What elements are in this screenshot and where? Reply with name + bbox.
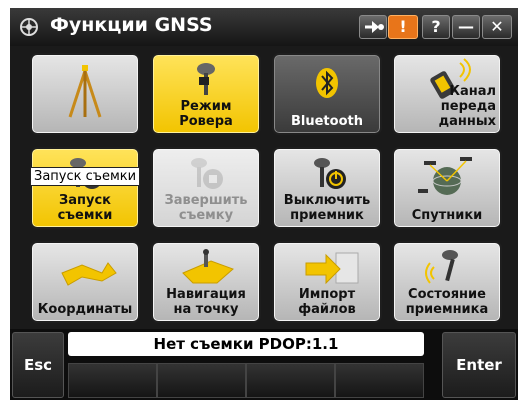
tile-label: Навигация на точку — [166, 287, 246, 317]
close-button[interactable]: ✕ — [482, 15, 512, 39]
window-title: Функции GNSS — [50, 14, 213, 36]
tile-bluetooth[interactable]: Bluetooth — [272, 53, 382, 135]
enter-button[interactable]: Enter — [442, 332, 516, 398]
function-grid: Режим Ровера Bluetooth Канал переда данн… — [10, 46, 518, 329]
function-key-1[interactable] — [68, 363, 157, 398]
tile-label: Запуск съемки — [57, 193, 113, 223]
tile-navigate-to-point[interactable]: Навигация на точку — [151, 241, 261, 323]
tile-label: Bluetooth — [291, 114, 363, 129]
esc-button[interactable]: Esc — [12, 332, 64, 398]
tile-label: Импорт файлов — [298, 287, 356, 317]
function-key-2[interactable] — [157, 363, 246, 398]
status-text: Нет съемки PDOP:1.1 — [68, 332, 424, 356]
tile-receiver-status[interactable]: Состояние приемника — [392, 241, 502, 323]
minimize-icon: — — [458, 17, 474, 36]
tile-label: Режим Ровера — [179, 99, 233, 129]
tile-label: Канал переда данных — [438, 84, 496, 129]
tile-import-files[interactable]: Импорт файлов — [272, 241, 382, 323]
tile-power-off-receiver[interactable]: Выключить приемник — [272, 147, 382, 229]
tile-data-link[interactable]: Канал переда данных — [392, 53, 502, 135]
tile-end-survey[interactable]: Завершить съемку — [151, 147, 261, 229]
arrow-right-icon — [365, 21, 384, 33]
status-arrow-button[interactable] — [359, 15, 387, 39]
help-icon: ? — [431, 17, 441, 36]
tile-satellites[interactable]: Спутники — [392, 147, 502, 229]
tile-rover-mode[interactable]: Режим Ровера — [151, 53, 261, 135]
warning-button[interactable]: ! — [388, 15, 418, 39]
bottom-bar: Esc Нет съемки PDOP:1.1 Enter — [10, 329, 518, 400]
help-button[interactable]: ? — [422, 15, 450, 39]
tripod-icon — [68, 65, 102, 118]
tile-start-survey[interactable]: Запуск съемки — [30, 147, 140, 229]
title-bar: Функции GNSS ! ? — ✕ — [10, 8, 518, 47]
tile-label: Выключить приемник — [283, 193, 371, 223]
function-key-3[interactable] — [246, 363, 335, 398]
tile-label: Завершить съемку — [164, 193, 248, 223]
close-icon: ✕ — [490, 17, 504, 36]
warning-icon: ! — [399, 17, 407, 36]
tile-label: Координаты — [37, 302, 133, 317]
tile-label: Спутники — [411, 208, 483, 223]
tile-coordinates[interactable]: Координаты — [30, 241, 140, 323]
app-logo-icon — [20, 18, 38, 36]
app-screen: Функции GNSS ! ? — ✕ Режим Ровера Blueto… — [10, 8, 518, 400]
function-key-4[interactable] — [335, 363, 424, 398]
tooltip: Запуск съемки — [30, 167, 141, 186]
tile-label: Состояние приемника — [405, 287, 489, 317]
tile-start-survey-tripod[interactable] — [30, 53, 140, 135]
minimize-button[interactable]: — — [452, 15, 480, 39]
